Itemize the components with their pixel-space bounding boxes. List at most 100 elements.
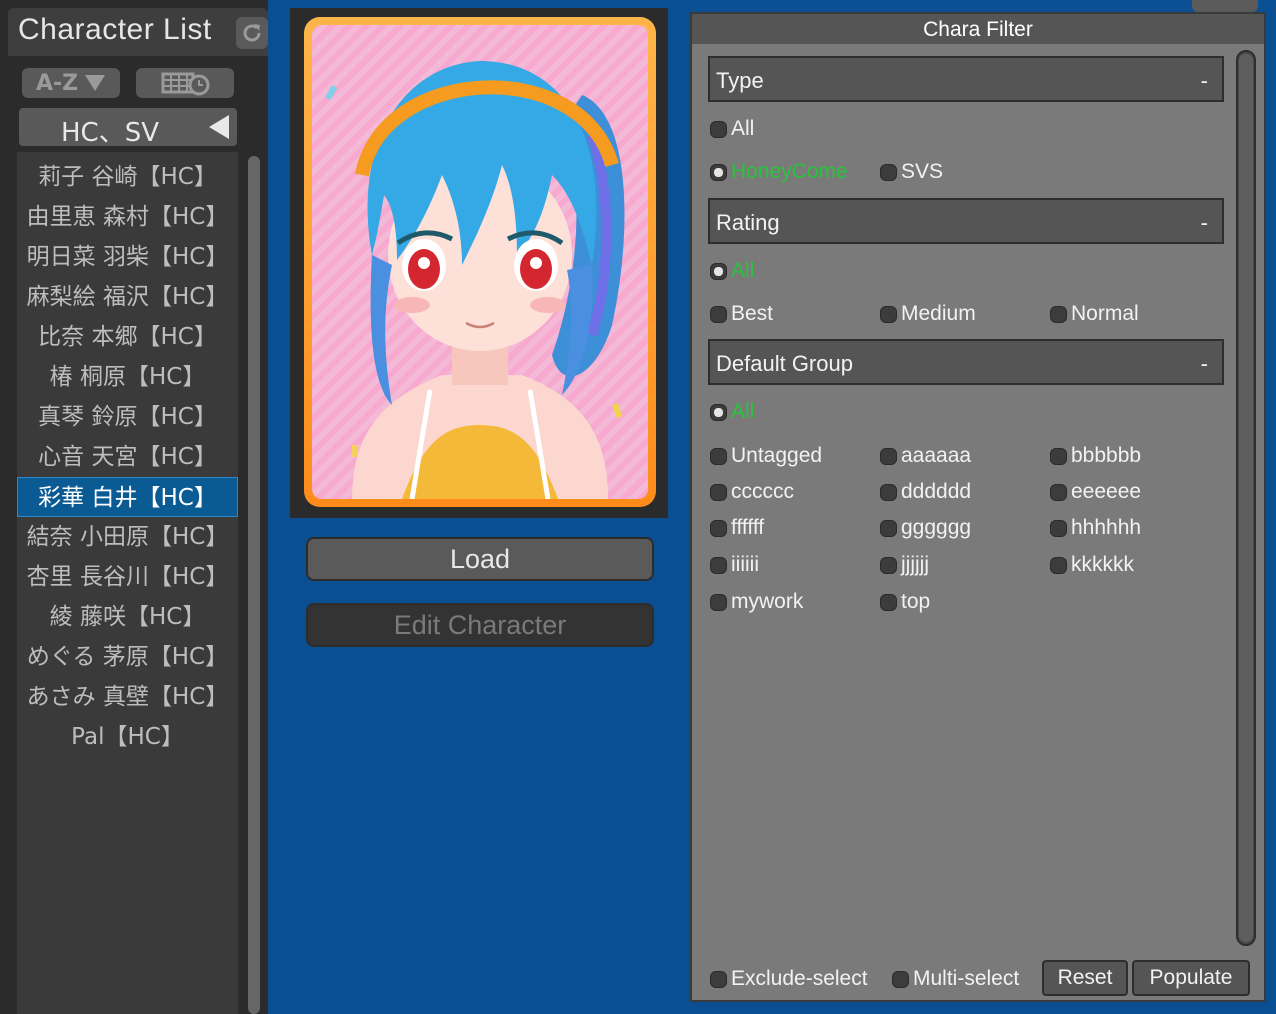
rating-collapse-toggle[interactable]: - xyxy=(1201,210,1208,236)
refresh-button[interactable] xyxy=(236,17,268,49)
list-item[interactable]: 由里恵 森村【HC】 xyxy=(17,197,238,237)
type-all-checkbox[interactable]: All xyxy=(710,116,754,142)
list-item[interactable]: 麻梨絵 福沢【HC】 xyxy=(17,277,238,317)
group-jjjjjj-checkbox[interactable]: jjjjjj xyxy=(880,552,929,578)
checkbox-box[interactable] xyxy=(710,403,727,421)
option-label: All xyxy=(731,400,755,423)
rating-best-checkbox[interactable]: Best xyxy=(710,301,773,327)
type-honeycome-checkbox[interactable]: HoneyCome xyxy=(710,159,848,185)
list-item[interactable]: 綾 藤咲【HC】 xyxy=(17,597,238,637)
checkbox-box[interactable] xyxy=(710,447,727,465)
character-list-header: Character List xyxy=(8,8,268,56)
rating-section-header[interactable]: Rating - xyxy=(708,198,1224,244)
list-item[interactable]: 椿 桐原【HC】 xyxy=(17,357,238,397)
group-select-button[interactable]: HC、SV xyxy=(19,108,237,148)
calendar-clock-icon xyxy=(161,72,210,96)
group-iiiiii-checkbox[interactable]: iiiiii xyxy=(710,552,759,578)
checkbox-box[interactable] xyxy=(1050,556,1067,574)
chara-filter-panel: Chara Filter Type - All HoneyCome SVS Ra… xyxy=(690,12,1266,1002)
group-all-checkbox[interactable]: All xyxy=(710,399,754,425)
list-item[interactable]: 心音 天宮【HC】 xyxy=(17,437,238,477)
group-ffffff-checkbox[interactable]: ffffff xyxy=(710,515,764,541)
list-item[interactable]: 真琴 鈴原【HC】 xyxy=(17,397,238,437)
checkbox-box[interactable] xyxy=(710,262,727,280)
group-untagged-checkbox[interactable]: Untagged xyxy=(710,443,822,469)
multi-select-checkbox[interactable]: Multi-select xyxy=(892,966,1019,992)
list-item[interactable]: 比奈 本郷【HC】 xyxy=(17,317,238,357)
option-label: Multi-select xyxy=(913,967,1020,990)
checkbox-box[interactable] xyxy=(710,483,727,501)
checkbox-box[interactable] xyxy=(880,593,897,611)
option-label: Normal xyxy=(1071,302,1139,325)
group-dddddd-checkbox[interactable]: dddddd xyxy=(880,479,971,505)
type-section-header[interactable]: Type - xyxy=(708,56,1224,102)
checkbox-box[interactable] xyxy=(710,593,727,611)
option-label: mywork xyxy=(731,590,804,613)
load-button[interactable]: Load xyxy=(306,537,654,581)
checkbox-box[interactable] xyxy=(1050,305,1067,323)
option-label: Untagged xyxy=(731,444,823,467)
checkbox-box[interactable] xyxy=(880,305,897,323)
option-label: aaaaaa xyxy=(901,444,972,467)
character-portrait-image xyxy=(325,61,625,499)
option-label: Medium xyxy=(901,302,976,325)
option-label: hhhhhh xyxy=(1071,516,1142,539)
option-label: Exclude-select xyxy=(731,967,868,990)
checkbox-box[interactable] xyxy=(1050,447,1067,465)
character-list-scrollbar-thumb[interactable] xyxy=(248,156,260,1014)
group-top-checkbox[interactable]: top xyxy=(880,589,930,615)
option-label: eeeeee xyxy=(1071,480,1142,503)
checkbox-box[interactable] xyxy=(880,483,897,501)
list-item[interactable]: めぐる 茅原【HC】 xyxy=(17,637,238,677)
checkbox-box[interactable] xyxy=(880,556,897,574)
checkbox-box[interactable] xyxy=(710,305,727,323)
filter-scrollbar-thumb[interactable] xyxy=(1239,54,1253,942)
sort-order-label: A-Z xyxy=(35,70,79,96)
edit-character-button[interactable]: Edit Character xyxy=(306,603,654,647)
checkbox-box[interactable] xyxy=(880,519,897,537)
group-hhhhhh-checkbox[interactable]: hhhhhh xyxy=(1050,515,1141,541)
option-label: gggggg xyxy=(901,516,972,539)
default-group-collapse-toggle[interactable]: - xyxy=(1201,351,1208,377)
checkbox-box[interactable] xyxy=(880,447,897,465)
rating-medium-checkbox[interactable]: Medium xyxy=(880,301,976,327)
default-group-section-header[interactable]: Default Group - xyxy=(708,339,1224,385)
reset-button[interactable]: Reset xyxy=(1042,960,1128,996)
list-item[interactable]: 結奈 小田原【HC】 xyxy=(17,517,238,557)
group-cccccc-checkbox[interactable]: cccccc xyxy=(710,479,794,505)
group-aaaaaa-checkbox[interactable]: aaaaaa xyxy=(880,443,971,469)
exclude-select-checkbox[interactable]: Exclude-select xyxy=(710,966,868,992)
list-item-selected[interactable]: 彩華 白井【HC】 xyxy=(17,477,238,517)
rating-normal-checkbox[interactable]: Normal xyxy=(1050,301,1139,327)
option-label: dddddd xyxy=(901,480,972,503)
option-label: SVS xyxy=(901,160,944,183)
character-list: 莉子 谷崎【HC】 由里恵 森村【HC】 明日菜 羽柴【HC】 麻梨絵 福沢【H… xyxy=(17,152,238,1014)
checkbox-box[interactable] xyxy=(710,519,727,537)
checkbox-box[interactable] xyxy=(880,163,897,181)
rating-all-checkbox[interactable]: All xyxy=(710,258,754,284)
type-svs-checkbox[interactable]: SVS xyxy=(880,159,943,185)
checkbox-box[interactable] xyxy=(892,970,909,988)
checkbox-box[interactable] xyxy=(710,970,727,988)
sort-by-date-button[interactable] xyxy=(136,68,234,98)
group-select-label: HC、SV xyxy=(61,118,159,148)
list-item[interactable]: 明日菜 羽柴【HC】 xyxy=(17,237,238,277)
list-item[interactable]: Pal【HC】 xyxy=(17,717,238,757)
checkbox-box[interactable] xyxy=(710,163,727,181)
group-mywork-checkbox[interactable]: mywork xyxy=(710,589,803,615)
populate-button[interactable]: Populate xyxy=(1132,960,1250,996)
group-kkkkkk-checkbox[interactable]: kkkkkk xyxy=(1050,552,1134,578)
group-eeeeee-checkbox[interactable]: eeeeee xyxy=(1050,479,1141,505)
checkbox-box[interactable] xyxy=(1050,483,1067,501)
group-bbbbbb-checkbox[interactable]: bbbbbb xyxy=(1050,443,1141,469)
sort-order-button[interactable]: A-Z xyxy=(22,68,120,98)
list-item[interactable]: 杏里 長谷川【HC】 xyxy=(17,557,238,597)
checkbox-box[interactable] xyxy=(710,120,727,138)
checkbox-box[interactable] xyxy=(1050,519,1067,537)
type-collapse-toggle[interactable]: - xyxy=(1201,68,1208,94)
group-gggggg-checkbox[interactable]: gggggg xyxy=(880,515,971,541)
list-item[interactable]: あさみ 真壁【HC】 xyxy=(17,677,238,717)
character-portrait xyxy=(312,25,648,499)
checkbox-box[interactable] xyxy=(710,556,727,574)
list-item[interactable]: 莉子 谷崎【HC】 xyxy=(17,157,238,197)
